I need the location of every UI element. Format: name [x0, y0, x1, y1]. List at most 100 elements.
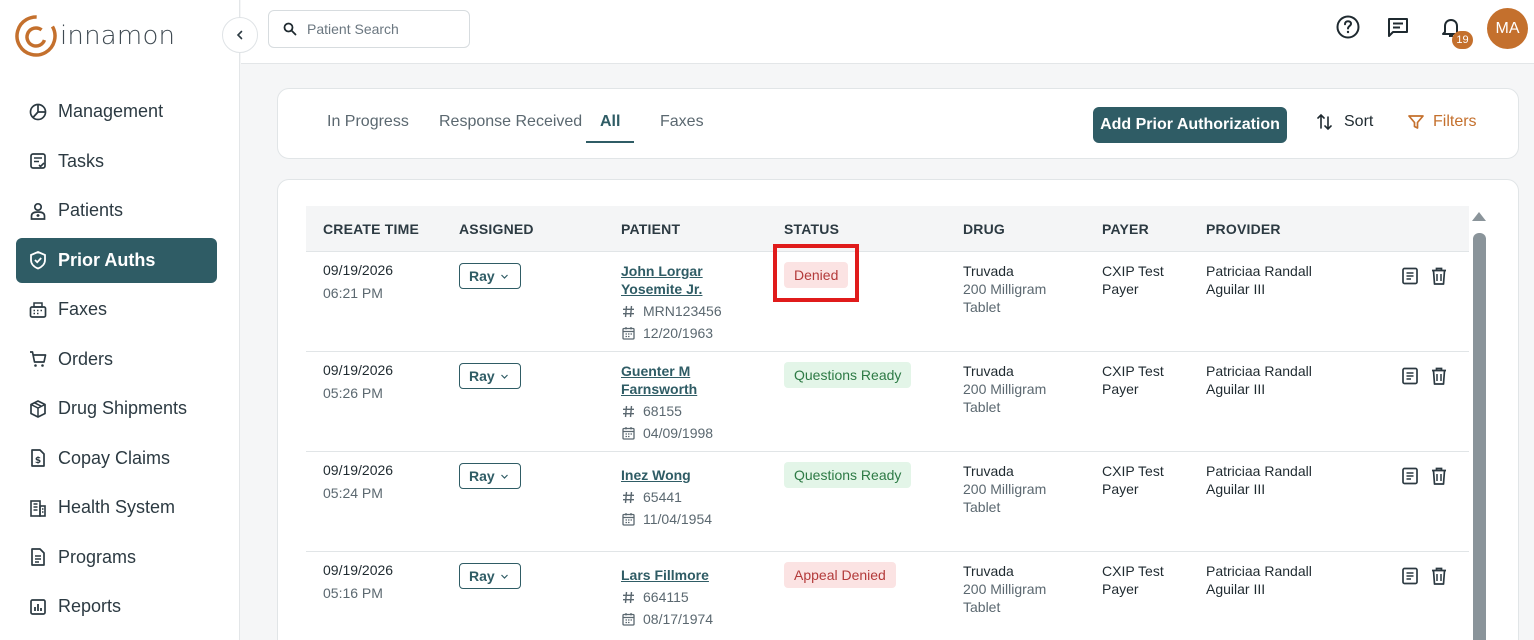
- sidebar-item-label: Reports: [58, 596, 122, 616]
- create-time-cell: 09/19/2026 06:21 PM: [323, 261, 393, 302]
- drug-cell: Truvada 200 Milligram Tablet: [963, 462, 1046, 516]
- sidebar-item-orders[interactable]: Orders: [16, 337, 217, 382]
- chevron-down-icon: [500, 472, 509, 481]
- chevron-left-icon: [236, 30, 243, 40]
- col-create-time[interactable]: CREATE TIME: [323, 221, 419, 237]
- messages-icon[interactable]: [1385, 14, 1411, 40]
- assigned-dropdown[interactable]: Ray: [459, 263, 521, 289]
- view-details-icon[interactable]: [1400, 266, 1420, 286]
- logo-text: innamon: [60, 21, 176, 51]
- tab-in-progress[interactable]: In Progress: [327, 113, 409, 143]
- vertical-scrollbar[interactable]: [1473, 233, 1486, 640]
- sidebar-item-patients[interactable]: Patients: [16, 188, 217, 233]
- drug-name: Truvada: [963, 263, 1014, 279]
- payer-cell: CXIP Test Payer: [1102, 362, 1164, 398]
- chevron-down-icon: [500, 372, 509, 381]
- drug-detail: 200 Milligram: [963, 381, 1047, 397]
- patient-name-link[interactable]: Guenter M Farnsworth: [621, 362, 713, 398]
- view-details-icon[interactable]: [1400, 566, 1420, 586]
- mrn-value: 68155: [643, 403, 682, 419]
- dob-value: 12/20/1963: [643, 325, 714, 341]
- table-row: 09/19/2026 05:24 PM Ray Inez Wong 65441 11/04…: [306, 452, 1469, 552]
- delete-trash-icon[interactable]: [1430, 366, 1448, 386]
- tab-faxes[interactable]: Faxes: [660, 113, 704, 143]
- sidebar-item-reports[interactable]: Reports: [16, 584, 217, 629]
- sidebar-item-label: Faxes: [58, 299, 108, 319]
- payer-line1: CXIP Test: [1102, 363, 1164, 379]
- payer-cell: CXIP Test Payer: [1102, 462, 1164, 498]
- patient-dob: 08/17/1974: [621, 610, 713, 628]
- provider-line2: Aguilar III: [1206, 481, 1266, 497]
- patient-cell: John Lorgar Yosemite Jr. MRN123456 12/20/19…: [621, 262, 722, 342]
- fax-icon: [28, 300, 48, 320]
- dob-value: 08/17/1974: [643, 611, 714, 627]
- sidebar-item-health-system[interactable]: Health System: [16, 485, 217, 530]
- create-time-cell: 09/19/2026 05:16 PM: [323, 561, 393, 602]
- user-avatar[interactable]: MA: [1487, 8, 1528, 49]
- delete-trash-icon[interactable]: [1430, 466, 1448, 486]
- sort-icon: [1317, 113, 1332, 131]
- view-details-icon[interactable]: [1400, 366, 1420, 386]
- view-details-icon[interactable]: [1400, 466, 1420, 486]
- help-icon[interactable]: [1335, 14, 1361, 40]
- assigned-dropdown[interactable]: Ray: [459, 563, 521, 589]
- logo[interactable]: innamon: [14, 14, 175, 58]
- patient-name-line1: Lars Fillmore: [621, 567, 709, 583]
- patient-name-link[interactable]: Inez Wong: [621, 466, 712, 484]
- shield-check-icon: [28, 250, 48, 270]
- sidebar-item-label: Drug Shipments: [58, 398, 188, 418]
- create-date: 09/19/2026: [323, 462, 394, 478]
- sidebar-item-programs[interactable]: Programs: [16, 535, 217, 580]
- add-prior-authorization-button[interactable]: Add Prior Authorization: [1093, 107, 1287, 143]
- status-badge: Questions Ready: [784, 462, 912, 488]
- sidebar-item-prior-auths[interactable]: Prior Auths: [16, 237, 217, 283]
- patient-search-input[interactable]: [307, 21, 457, 37]
- drug-name: Truvada: [963, 563, 1014, 579]
- col-status[interactable]: STATUS: [784, 221, 839, 237]
- payer-cell: CXIP Test Payer: [1102, 562, 1164, 598]
- pie-chart-icon: [28, 102, 48, 122]
- tab-response-received[interactable]: Response Received: [439, 113, 582, 143]
- row-actions: [1400, 366, 1448, 386]
- patient-search[interactable]: [268, 10, 470, 48]
- col-provider[interactable]: PROVIDER: [1206, 221, 1281, 237]
- sidebar-item-management[interactable]: Management: [16, 89, 217, 134]
- sidebar-item-copay-claims[interactable]: $ Copay Claims: [16, 436, 217, 481]
- checklist-icon: [28, 151, 48, 171]
- col-patient[interactable]: PATIENT: [621, 221, 680, 237]
- assigned-value: Ray: [469, 368, 495, 384]
- search-icon: [283, 22, 297, 36]
- col-drug[interactable]: DRUG: [963, 221, 1005, 237]
- innamon-logo-icon: [14, 14, 58, 58]
- delete-trash-icon[interactable]: [1430, 266, 1448, 286]
- collapse-sidebar-button[interactable]: [222, 17, 258, 53]
- sidebar-item-label: Copay Claims: [58, 447, 171, 468]
- drug-detail: 200 Milligram: [963, 281, 1047, 297]
- patient-name-link[interactable]: John Lorgar Yosemite Jr.: [621, 262, 722, 298]
- calendar-icon: [621, 612, 635, 626]
- create-time: 05:16 PM: [323, 585, 383, 601]
- scroll-up-arrow-icon[interactable]: [1472, 212, 1486, 221]
- tab-all[interactable]: All: [586, 113, 634, 143]
- provider-line1: Patriciaa Randall: [1206, 363, 1312, 379]
- col-assigned[interactable]: ASSIGNED: [459, 221, 534, 237]
- chevron-down-icon: [500, 272, 509, 281]
- patient-mrn: 65441: [621, 488, 712, 506]
- sidebar-item-label: Management: [58, 101, 164, 121]
- sort-button[interactable]: Sort: [1316, 113, 1373, 131]
- patient-name-line1: Guenter M: [621, 363, 691, 379]
- provider-line2: Aguilar III: [1206, 581, 1266, 597]
- col-payer[interactable]: PAYER: [1102, 221, 1149, 237]
- drug-detail: 200 Milligram: [963, 481, 1047, 497]
- sidebar-item-drug-shipments[interactable]: Drug Shipments: [16, 386, 217, 431]
- payer-line1: CXIP Test: [1102, 463, 1164, 479]
- patient-name-link[interactable]: Lars Fillmore: [621, 566, 713, 584]
- payer-line1: CXIP Test: [1102, 563, 1164, 579]
- filters-button[interactable]: Filters: [1407, 113, 1477, 131]
- delete-trash-icon[interactable]: [1430, 566, 1448, 586]
- sidebar-item-faxes[interactable]: Faxes: [16, 287, 217, 332]
- sidebar-item-tasks[interactable]: Tasks: [16, 139, 217, 184]
- drug-form: Tablet: [963, 399, 1001, 415]
- assigned-dropdown[interactable]: Ray: [459, 363, 521, 389]
- assigned-dropdown[interactable]: Ray: [459, 463, 521, 489]
